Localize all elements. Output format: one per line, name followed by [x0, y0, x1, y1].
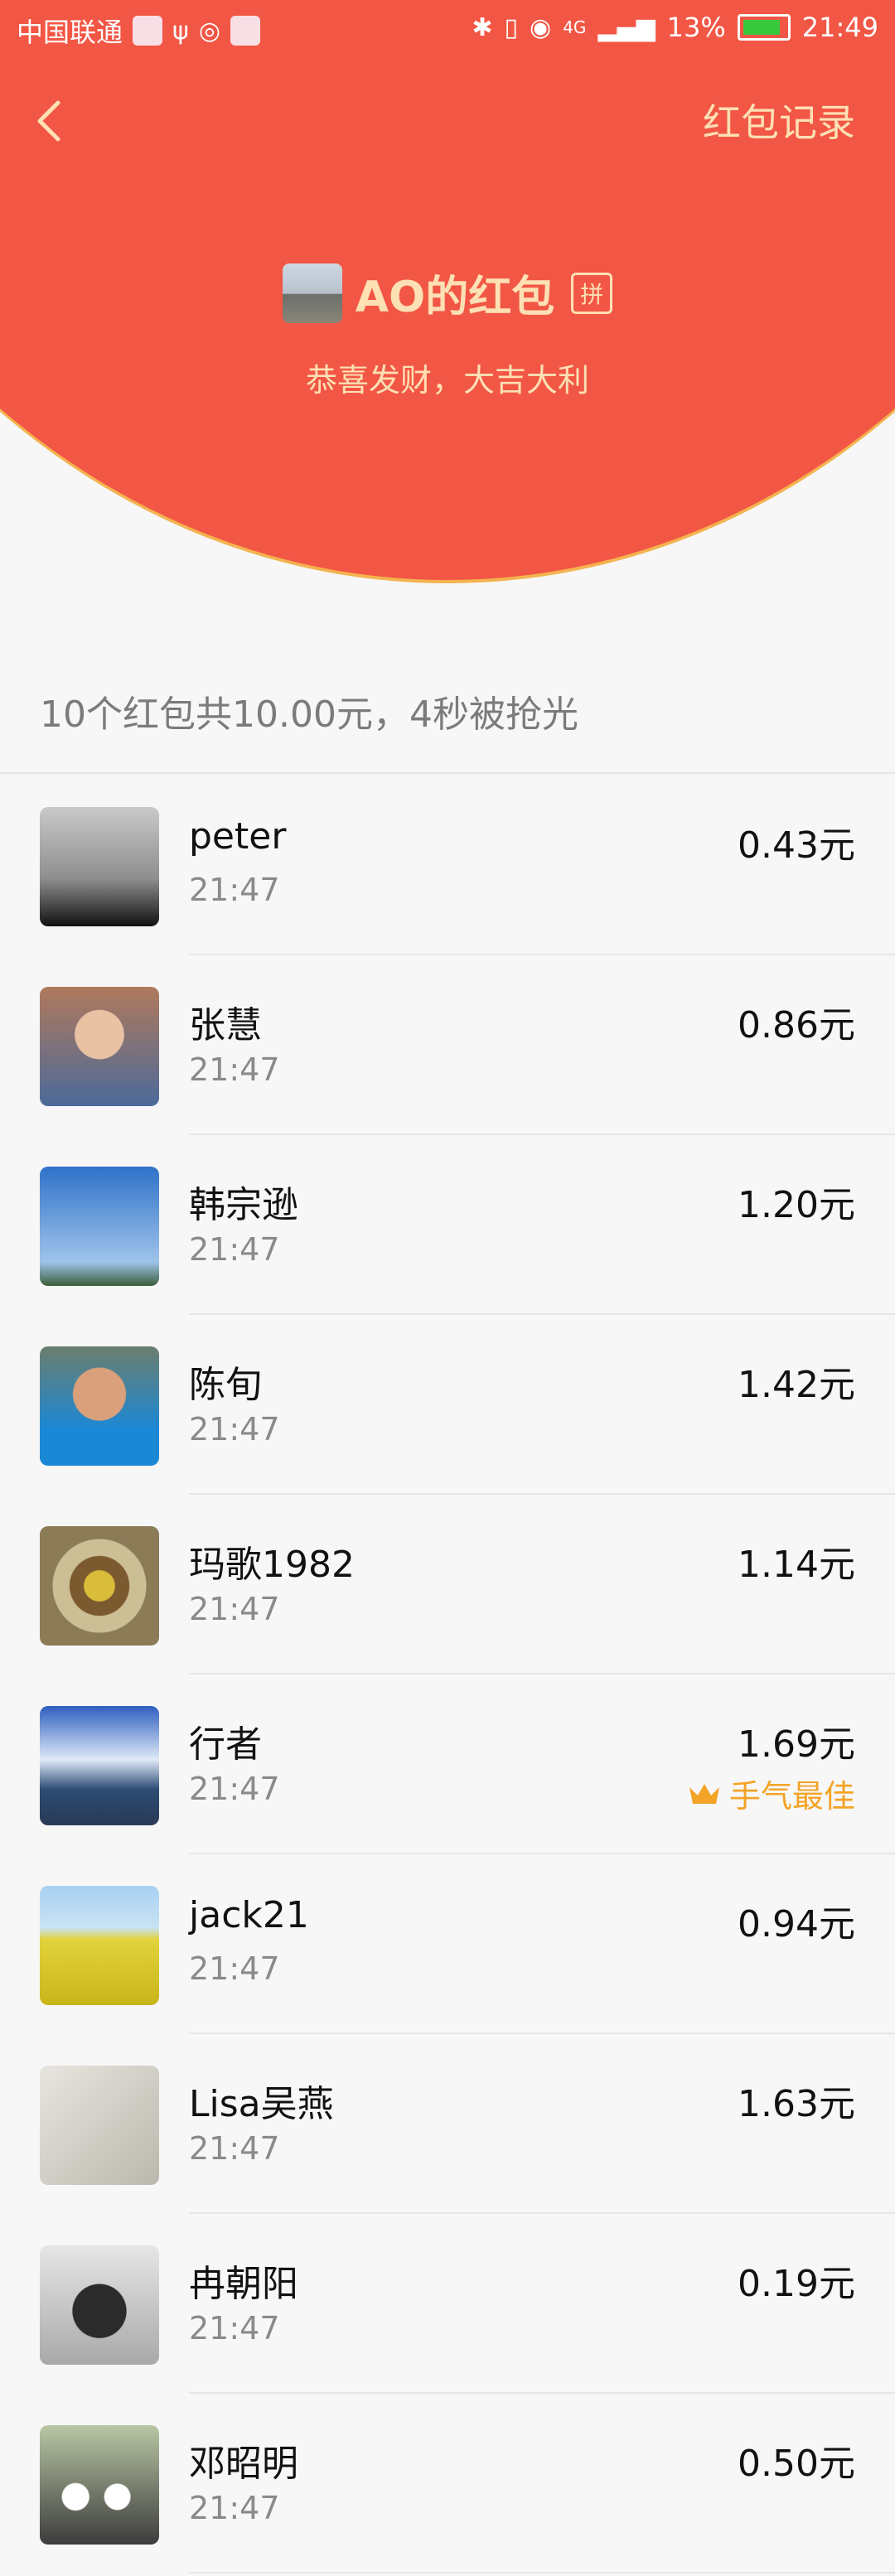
avatar[interactable]: [40, 2066, 159, 2185]
sender-avatar: [282, 263, 342, 323]
avatar[interactable]: [40, 807, 159, 926]
divider: [189, 2572, 895, 2574]
app-notification-icon: [133, 16, 163, 46]
amount: 1.20元: [738, 1184, 855, 1226]
vibrate-icon: ▯: [504, 12, 519, 42]
avatar[interactable]: [40, 1167, 159, 1286]
usb-icon: ψ: [172, 16, 189, 46]
bluetooth-icon: ✱: [472, 12, 493, 42]
claim-time: 21:47: [189, 1950, 280, 1987]
avatar[interactable]: [40, 2425, 159, 2545]
amount: 1.69元: [738, 1723, 855, 1766]
user-name: 陈旬: [189, 1364, 262, 1406]
user-name: 韩宗逊: [189, 1184, 298, 1226]
amount: 1.63元: [738, 2083, 855, 2125]
red-packet-header: 中国联通 ψ ◎ ✱ ▯ ◉ 4G ▂▄▆ 13% 21:49 红包记录 AO的…: [0, 0, 895, 597]
summary-text: 10个红包共10.00元，4秒被抢光: [40, 694, 578, 736]
clock: 21:49: [801, 12, 878, 43]
claim-time: 21:47: [189, 1411, 280, 1447]
blessing-text: 恭喜发财，大吉大利: [305, 362, 589, 399]
amount: 0.86元: [738, 1004, 855, 1046]
pin-badge: 拼: [571, 272, 613, 314]
status-right: ✱ ▯ ◉ 4G ▂▄▆ 13% 21:49: [472, 12, 878, 43]
avatar[interactable]: [40, 1526, 159, 1646]
claim-time: 21:47: [189, 2490, 280, 2526]
status-left: 中国联通 ψ ◎: [17, 12, 260, 50]
list-item[interactable]: 张慧 21:47 0.86元: [0, 955, 895, 1135]
wechat-icon: ◎: [198, 16, 220, 46]
list-item[interactable]: 冉朝阳 21:47 0.19元: [0, 2214, 895, 2394]
user-name: 冉朝阳: [189, 2263, 298, 2305]
claim-time: 21:47: [189, 1231, 280, 1268]
avatar[interactable]: [40, 987, 159, 1106]
battery-icon: [737, 14, 791, 41]
signal-icon: ▂▄▆: [597, 12, 656, 42]
claim-time: 21:47: [189, 872, 280, 908]
app-notification-icon-2: [230, 16, 260, 46]
chevron-left-icon[interactable]: [33, 98, 66, 144]
list-item[interactable]: Lisa吴燕 21:47 1.63元: [0, 2034, 895, 2214]
sender-title: AO的红包: [355, 273, 555, 322]
avatar[interactable]: [40, 1886, 159, 2005]
best-luck-badge: 手气最佳: [688, 1771, 855, 1816]
crown-icon: [689, 1783, 719, 1804]
list-item[interactable]: jack21 21:47 0.94元: [0, 1854, 895, 2034]
list-item[interactable]: 邓昭明 21:47 0.50元: [0, 2394, 895, 2574]
list-item[interactable]: 陈旬 21:47 1.42元: [0, 1315, 895, 1495]
user-name: jack21: [189, 1894, 309, 1936]
network-type: 4G: [563, 17, 587, 37]
claim-time: 21:47: [189, 1591, 280, 1627]
user-name: Lisa吴燕: [189, 2083, 334, 2125]
amount: 1.42元: [738, 1364, 855, 1406]
records-list: peter 21:47 0.43元 张慧 21:47 0.86元 韩宗逊 21:…: [0, 776, 895, 2574]
list-item[interactable]: 行者 21:47 1.69元 手气最佳: [0, 1675, 895, 1854]
amount: 0.50元: [738, 2443, 855, 2485]
divider: [0, 772, 895, 774]
amount: 0.94元: [738, 1903, 855, 1945]
claim-time: 21:47: [189, 2130, 280, 2167]
best-luck-label: 手气最佳: [728, 1778, 855, 1815]
battery-percent: 13%: [666, 12, 726, 43]
red-packet-records-link[interactable]: 红包记录: [703, 93, 855, 147]
claim-time: 21:47: [189, 1051, 280, 1088]
avatar[interactable]: [40, 1706, 159, 1825]
claim-time: 21:47: [189, 2310, 280, 2346]
avatar[interactable]: [40, 2245, 159, 2365]
user-name: peter: [189, 815, 287, 858]
status-bar: 中国联通 ψ ◎ ✱ ▯ ◉ 4G ▂▄▆ 13% 21:49: [0, 0, 895, 58]
user-name: 邓昭明: [189, 2443, 298, 2485]
user-name: 玛歌1982: [189, 1544, 355, 1586]
list-item[interactable]: 韩宗逊 21:47 1.20元: [0, 1135, 895, 1315]
amount: 0.19元: [738, 2263, 855, 2305]
user-name: 行者: [189, 1723, 262, 1766]
eye-icon: ◉: [530, 12, 552, 42]
avatar[interactable]: [40, 1346, 159, 1466]
claim-time: 21:47: [189, 1771, 280, 1807]
amount: 1.14元: [738, 1544, 855, 1586]
user-name: 张慧: [189, 1004, 262, 1046]
carrier-label: 中国联通: [17, 17, 123, 48]
list-item[interactable]: 玛歌1982 21:47 1.14元: [0, 1495, 895, 1675]
list-item[interactable]: peter 21:47 0.43元: [0, 776, 895, 955]
amount: 0.43元: [738, 824, 855, 867]
sender-title-row: AO的红包 拼: [0, 262, 895, 324]
